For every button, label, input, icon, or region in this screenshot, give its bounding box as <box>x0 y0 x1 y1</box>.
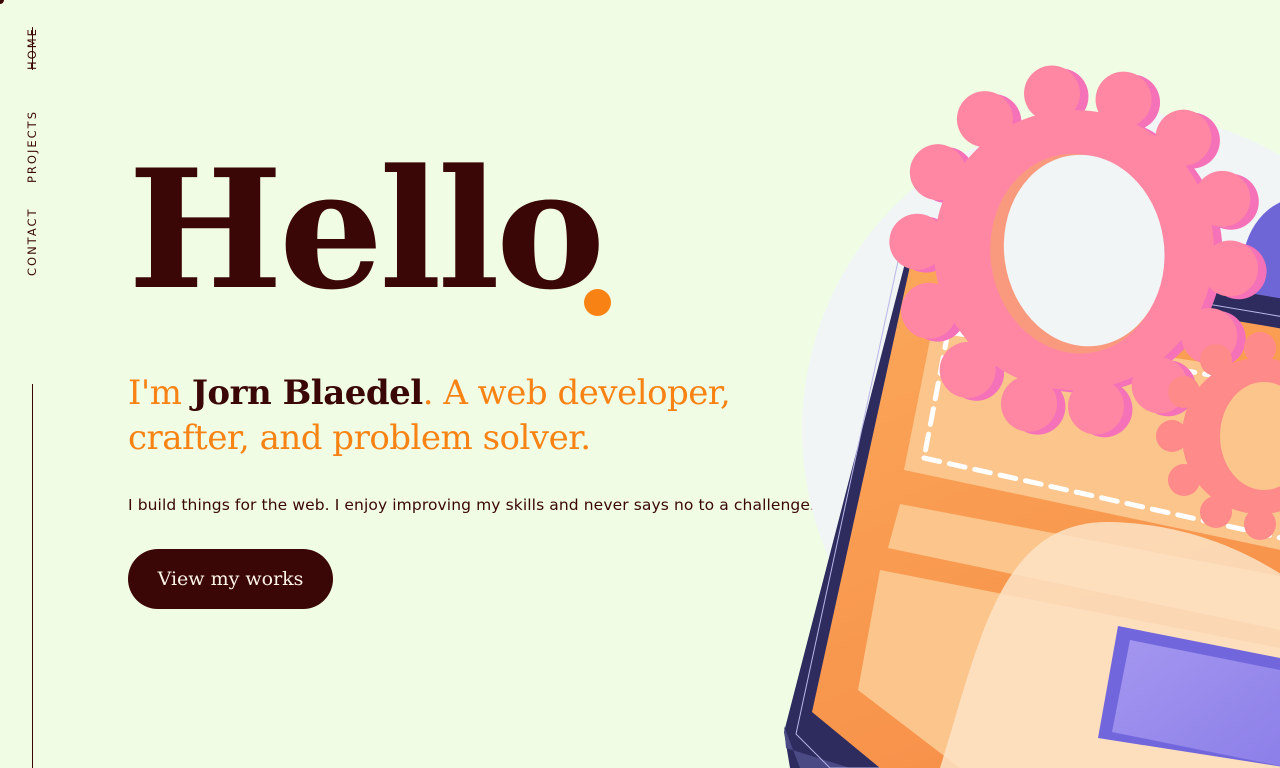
intro-prefix: I'm <box>128 373 192 413</box>
intro-blurb: I build things for the web. I enjoy impr… <box>128 496 816 514</box>
side-divider-line <box>32 384 33 768</box>
side-nav: HOME PROJECTS CONTACT <box>0 0 64 768</box>
view-works-button[interactable]: View my works <box>128 549 333 609</box>
hero-title: Hello <box>128 133 605 326</box>
hero-title-dot <box>584 289 611 316</box>
laptop-illustration <box>784 65 1280 768</box>
hero-illustration <box>760 60 1280 768</box>
nav-item-contact[interactable]: CONTACT <box>25 207 39 276</box>
nav-item-projects[interactable]: PROJECTS <box>25 110 39 183</box>
intro-name: Jorn Blaedel <box>191 373 423 413</box>
intro-heading: I'm Jorn Blaedel. A web developer, craft… <box>128 371 768 461</box>
nav-item-home[interactable]: HOME <box>25 27 39 70</box>
